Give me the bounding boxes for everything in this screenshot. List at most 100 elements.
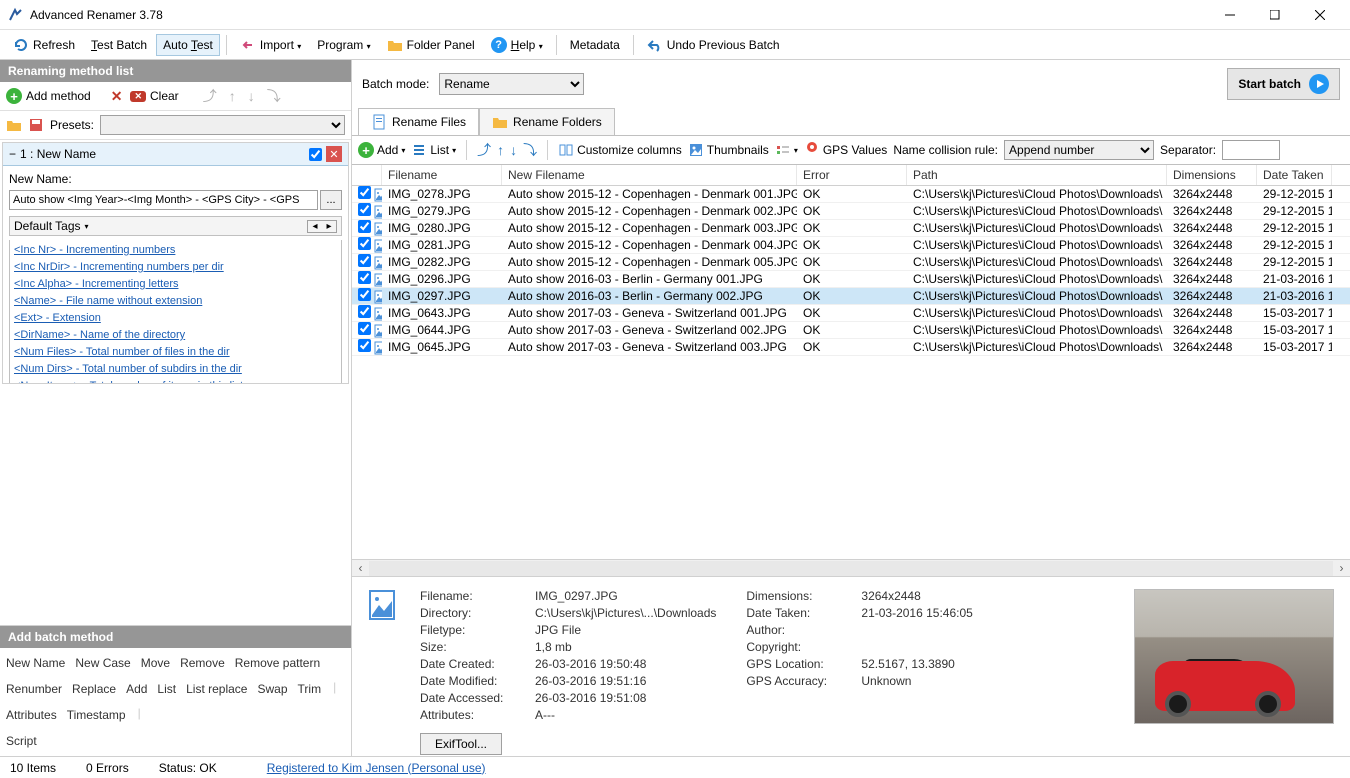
program-button[interactable]: Program ▾ bbox=[310, 34, 377, 56]
table-row[interactable]: IMG_0278.JPGAuto show 2015-12 - Copenhag… bbox=[352, 186, 1350, 203]
row-checkbox[interactable] bbox=[358, 322, 371, 335]
batch-method-list-replace[interactable]: List replace bbox=[186, 680, 247, 698]
batch-method-new-case[interactable]: New Case bbox=[75, 654, 130, 672]
row-checkbox[interactable] bbox=[358, 254, 371, 267]
metadata-button[interactable]: Metadata bbox=[563, 34, 627, 56]
close-button[interactable] bbox=[1297, 1, 1342, 29]
tags-next-button[interactable]: ▸ bbox=[322, 221, 336, 232]
tag-link[interactable]: <Num Dirs> - Total number of subdirs in … bbox=[14, 363, 337, 375]
table-row[interactable]: IMG_0644.JPGAuto show 2017-03 - Geneva -… bbox=[352, 322, 1350, 339]
col-checkbox[interactable] bbox=[352, 165, 382, 185]
move-up-button[interactable]: ↑ bbox=[497, 142, 504, 158]
table-row[interactable]: IMG_0643.JPGAuto show 2017-03 - Geneva -… bbox=[352, 305, 1350, 322]
col-new-filename[interactable]: New Filename bbox=[502, 165, 797, 185]
batch-method-timestamp[interactable]: Timestamp bbox=[67, 706, 126, 724]
import-button[interactable]: Import ▾ bbox=[233, 33, 308, 57]
separator-input[interactable] bbox=[1222, 140, 1280, 160]
tags-prev-button[interactable]: ◂ bbox=[308, 221, 322, 232]
open-preset-icon[interactable] bbox=[6, 117, 22, 133]
minimize-button[interactable] bbox=[1207, 1, 1252, 29]
row-checkbox[interactable] bbox=[358, 288, 371, 301]
maximize-button[interactable] bbox=[1252, 1, 1297, 29]
batch-mode-select[interactable]: Rename bbox=[439, 73, 584, 95]
start-batch-button[interactable]: Start batch bbox=[1227, 68, 1340, 100]
batch-method-renumber[interactable]: Renumber bbox=[6, 680, 62, 698]
clear-button[interactable]: Clear bbox=[150, 89, 179, 103]
table-row[interactable]: IMG_0281.JPGAuto show 2015-12 - Copenhag… bbox=[352, 237, 1350, 254]
tag-link[interactable]: <Name> - File name without extension bbox=[14, 295, 337, 307]
undo-button[interactable]: Undo Previous Batch bbox=[640, 33, 787, 57]
table-row[interactable]: IMG_0296.JPGAuto show 2016-03 - Berlin -… bbox=[352, 271, 1350, 288]
tag-link[interactable]: <Inc NrDir> - Incrementing numbers per d… bbox=[14, 261, 337, 273]
method-enabled-checkbox[interactable] bbox=[309, 148, 322, 161]
move-up-button[interactable]: ↑ bbox=[225, 88, 240, 104]
table-row[interactable]: IMG_0297.JPGAuto show 2016-03 - Berlin -… bbox=[352, 288, 1350, 305]
pattern-browse-button[interactable]: ... bbox=[320, 190, 342, 210]
display-options-button[interactable]: ▾ bbox=[775, 142, 798, 158]
col-path[interactable]: Path bbox=[907, 165, 1167, 185]
collision-rule-select[interactable]: Append number bbox=[1004, 140, 1154, 160]
delete-method-button[interactable]: ✕ bbox=[107, 88, 127, 105]
batch-method-list[interactable]: List bbox=[157, 680, 176, 698]
row-checkbox[interactable] bbox=[358, 237, 371, 250]
tab-rename-folders[interactable]: Rename Folders bbox=[479, 108, 615, 135]
move-bottom-button[interactable]: ⤵ bbox=[523, 140, 537, 160]
tag-link[interactable]: <Inc Alpha> - Incrementing letters bbox=[14, 278, 337, 290]
table-row[interactable]: IMG_0280.JPGAuto show 2015-12 - Copenhag… bbox=[352, 220, 1350, 237]
thumbnails-button[interactable]: Thumbnails bbox=[688, 142, 769, 158]
table-row[interactable]: IMG_0282.JPGAuto show 2015-12 - Copenhag… bbox=[352, 254, 1350, 271]
save-preset-icon[interactable] bbox=[28, 117, 44, 133]
test-batch-button[interactable]: Test Batch bbox=[84, 34, 154, 56]
tag-link[interactable]: <Num Files> - Total number of files in t… bbox=[14, 346, 337, 358]
move-down-button[interactable]: ↓ bbox=[510, 142, 517, 158]
batch-method-remove-pattern[interactable]: Remove pattern bbox=[235, 654, 320, 672]
method-title-bar[interactable]: − 1 : New Name ✕ bbox=[3, 143, 348, 166]
col-error[interactable]: Error bbox=[797, 165, 907, 185]
row-checkbox[interactable] bbox=[358, 271, 371, 284]
batch-method-remove[interactable]: Remove bbox=[180, 654, 225, 672]
batch-method-trim[interactable]: Trim bbox=[298, 680, 322, 698]
batch-method-attributes[interactable]: Attributes bbox=[6, 706, 57, 724]
batch-method-replace[interactable]: Replace bbox=[72, 680, 116, 698]
batch-method-move[interactable]: Move bbox=[141, 654, 170, 672]
tag-link[interactable]: <Ext> - Extension bbox=[14, 312, 337, 324]
tag-link[interactable]: <Inc Nr> - Incrementing numbers bbox=[14, 244, 337, 256]
tab-rename-files[interactable]: Rename Files bbox=[358, 108, 479, 135]
col-date-taken[interactable]: Date Taken bbox=[1257, 165, 1332, 185]
tag-link[interactable]: <DirName> - Name of the directory bbox=[14, 329, 337, 341]
help-button[interactable]: ?Help ▾ bbox=[484, 33, 550, 57]
move-down-button[interactable]: ↓ bbox=[244, 88, 259, 104]
row-checkbox[interactable] bbox=[358, 339, 371, 352]
tags-dropdown[interactable]: Default Tags ▾ ◂▸ bbox=[9, 216, 342, 236]
batch-method-new-name[interactable]: New Name bbox=[6, 654, 65, 672]
horizontal-scrollbar[interactable]: ‹› bbox=[352, 559, 1350, 576]
folder-panel-button[interactable]: Folder Panel bbox=[380, 33, 482, 57]
auto-test-button[interactable]: Auto Test bbox=[156, 34, 220, 56]
row-checkbox[interactable] bbox=[358, 186, 371, 199]
customize-columns-button[interactable]: Customize columns bbox=[558, 142, 682, 158]
method-close-button[interactable]: ✕ bbox=[326, 146, 342, 162]
batch-method-add[interactable]: Add bbox=[126, 680, 147, 698]
row-checkbox[interactable] bbox=[358, 220, 371, 233]
pattern-input[interactable] bbox=[9, 190, 318, 210]
exiftool-button[interactable]: ExifTool... bbox=[420, 733, 502, 755]
batch-method-script[interactable]: Script bbox=[6, 732, 37, 750]
table-row[interactable]: IMG_0645.JPGAuto show 2017-03 - Geneva -… bbox=[352, 339, 1350, 356]
add-method-button[interactable]: +Add method bbox=[6, 88, 91, 104]
tag-link[interactable]: <Num Items> - Total number of items in t… bbox=[14, 380, 337, 383]
list-menu-button[interactable]: List▾ bbox=[411, 142, 456, 158]
refresh-button[interactable]: Refresh bbox=[6, 33, 82, 57]
move-bottom-button[interactable]: ⤵ bbox=[263, 86, 285, 106]
registration-link[interactable]: Registered to Kim Jensen (Personal use) bbox=[267, 761, 486, 775]
add-files-button[interactable]: +Add▾ bbox=[358, 142, 405, 158]
presets-select[interactable] bbox=[100, 115, 345, 135]
move-top-button[interactable]: ⤴ bbox=[477, 140, 491, 160]
row-checkbox[interactable] bbox=[358, 203, 371, 216]
move-top-button[interactable]: ⤴ bbox=[199, 86, 221, 106]
table-row[interactable]: IMG_0279.JPGAuto show 2015-12 - Copenhag… bbox=[352, 203, 1350, 220]
gps-values-button[interactable]: GPS Values bbox=[804, 142, 887, 158]
row-checkbox[interactable] bbox=[358, 305, 371, 318]
batch-method-swap[interactable]: Swap bbox=[257, 680, 287, 698]
col-dimensions[interactable]: Dimensions bbox=[1167, 165, 1257, 185]
col-filename[interactable]: Filename bbox=[382, 165, 502, 185]
